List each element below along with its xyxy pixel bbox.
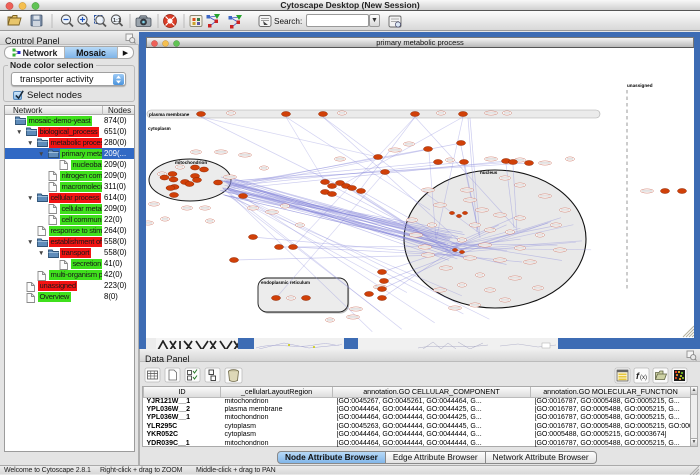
svg-text:1:1: 1:1 <box>113 18 121 24</box>
svg-text:unassigned: unassigned <box>627 83 653 88</box>
svg-text:cytoplasm: cytoplasm <box>148 126 171 131</box>
svg-text:(x): (x) <box>640 375 647 381</box>
svg-text:plasma membrane: plasma membrane <box>149 112 190 117</box>
svg-text:endoplasmic reticulum: endoplasmic reticulum <box>261 280 310 285</box>
svg-text:mitochondrion: mitochondrion <box>175 160 207 165</box>
svg-text:nucleus: nucleus <box>480 170 498 175</box>
